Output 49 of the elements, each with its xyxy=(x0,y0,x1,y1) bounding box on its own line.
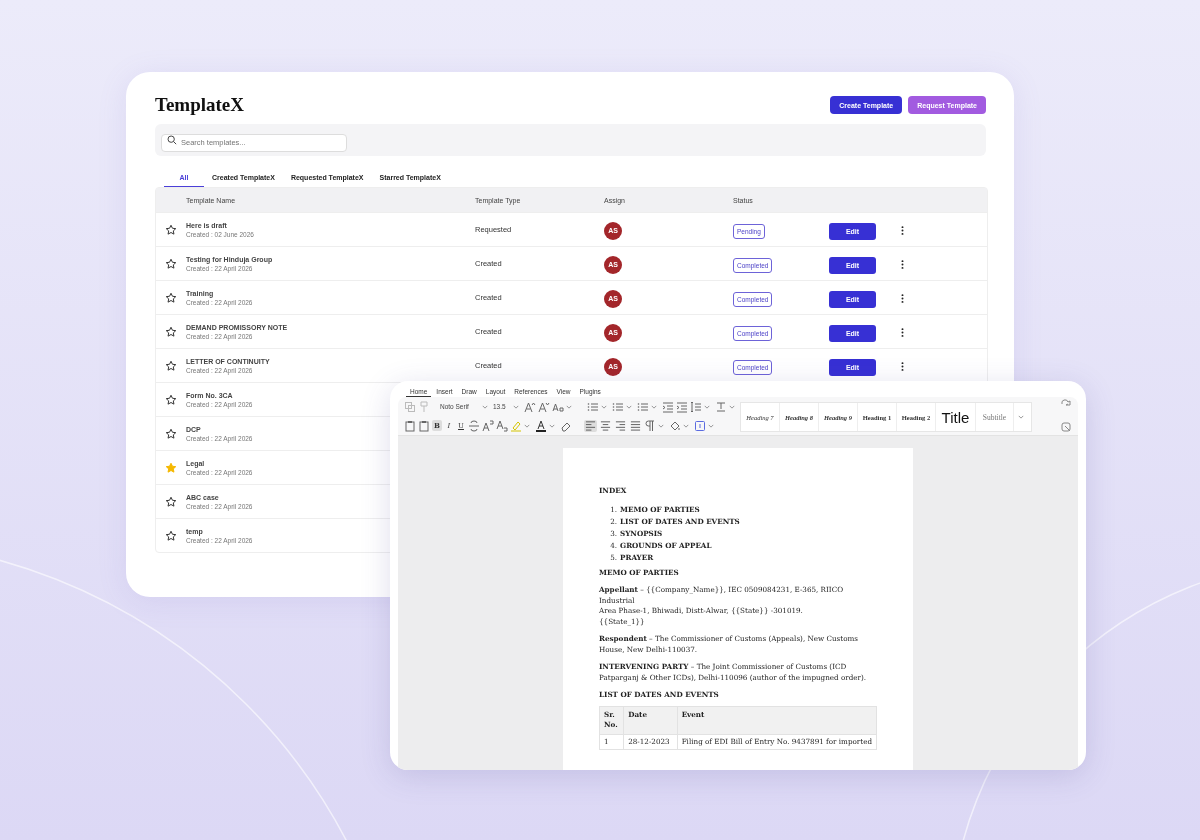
star-icon[interactable] xyxy=(165,325,177,338)
caret-icon[interactable] xyxy=(704,403,710,410)
caret-icon[interactable] xyxy=(658,422,664,429)
caret-icon[interactable] xyxy=(626,403,632,410)
align-button[interactable] xyxy=(584,419,597,432)
grow-font-icon[interactable] xyxy=(524,400,536,413)
star-icon[interactable] xyxy=(165,427,177,440)
align-button[interactable] xyxy=(614,419,627,432)
caret-icon[interactable] xyxy=(708,422,714,429)
clipboard-icon[interactable] xyxy=(404,419,416,432)
multilevel-list-icon[interactable] xyxy=(637,400,649,413)
more-icon[interactable] xyxy=(901,259,904,269)
more-icon[interactable] xyxy=(901,361,904,371)
caret-icon[interactable] xyxy=(566,403,572,410)
star-icon[interactable] xyxy=(165,223,177,236)
subscript-icon[interactable] xyxy=(496,419,508,432)
star-icon[interactable] xyxy=(165,393,177,406)
caret-icon[interactable] xyxy=(549,422,555,429)
app-title: TemplateX xyxy=(155,94,245,116)
star-icon[interactable] xyxy=(165,257,177,270)
font-color-icon[interactable] xyxy=(535,419,547,432)
align-button[interactable] xyxy=(629,419,642,432)
caret-icon[interactable] xyxy=(729,403,735,410)
paste-icon[interactable] xyxy=(418,419,430,432)
star-icon[interactable] xyxy=(165,495,177,508)
fill-color-icon[interactable] xyxy=(669,419,681,432)
caret-icon[interactable] xyxy=(651,403,657,410)
more-icon[interactable] xyxy=(901,225,904,235)
caret-icon[interactable] xyxy=(601,403,607,410)
more-icon[interactable] xyxy=(901,327,904,337)
caret-icon[interactable] xyxy=(683,422,689,429)
paragraph-mark-icon[interactable] xyxy=(644,419,656,432)
caret-icon[interactable] xyxy=(513,403,519,410)
star-icon[interactable] xyxy=(165,359,177,372)
star-icon[interactable] xyxy=(165,529,177,542)
strikethrough-icon[interactable] xyxy=(468,419,480,432)
superscript-icon[interactable] xyxy=(482,419,494,432)
caret-icon[interactable] xyxy=(482,403,488,410)
bullet-list-icon[interactable] xyxy=(587,400,599,413)
align-button[interactable] xyxy=(599,419,612,432)
more-icon[interactable] xyxy=(901,293,904,303)
style-option[interactable]: Title xyxy=(936,403,976,431)
numbered-list-icon[interactable] xyxy=(612,400,624,413)
caret-icon[interactable] xyxy=(1018,414,1024,420)
shrink-font-icon[interactable] xyxy=(538,400,550,413)
caret-icon[interactable] xyxy=(524,422,530,429)
star-icon[interactable] xyxy=(165,291,177,304)
line-spacing-icon[interactable] xyxy=(690,400,702,413)
border-icon[interactable] xyxy=(694,419,706,432)
